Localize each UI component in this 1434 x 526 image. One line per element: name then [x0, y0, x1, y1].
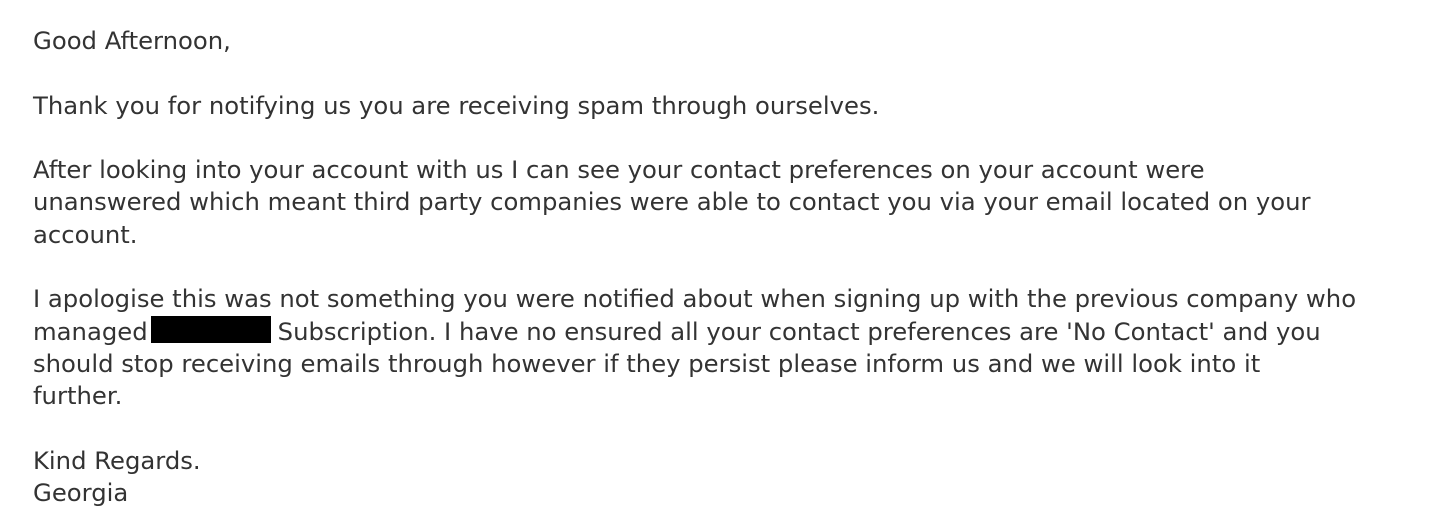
- paragraph-line: should stop receiving emails through how…: [33, 348, 1261, 378]
- paragraph-apology: I apologise this was not something you w…: [33, 283, 1413, 412]
- email-message-body: Good Afternoon, Thank you for notifying …: [33, 25, 1413, 509]
- paragraph-line-start: managed: [33, 316, 148, 346]
- email-viewer: { "email": { "greeting": "Good Afternoon…: [0, 0, 1434, 526]
- paragraph-thanks: Thank you for notifying us you are recei…: [33, 90, 1413, 122]
- paragraph-line: I apologise this was not something you w…: [33, 284, 1357, 314]
- greeting-text: Good Afternoon,: [33, 26, 231, 55]
- paragraph-line: further.: [33, 381, 123, 411]
- paragraph-account-preferences: After looking into your account with us …: [33, 154, 1413, 251]
- greeting: Good Afternoon,: [33, 25, 1413, 57]
- paragraph-thanks-text: Thank you for notifying us you are recei…: [33, 90, 880, 120]
- paragraph-line: After looking into your account with us …: [33, 155, 1205, 185]
- redaction-box: [150, 315, 271, 343]
- paragraph-line: unanswered which meant third party compa…: [33, 187, 1311, 217]
- signature-name: Georgia: [33, 478, 129, 508]
- signoff-block: Kind Regards. Georgia: [33, 445, 1413, 510]
- paragraph-line-end: Subscription. I have no ensured all your…: [277, 316, 1321, 346]
- signoff-text: Kind Regards.: [33, 445, 201, 475]
- paragraph-line: account.: [33, 219, 138, 249]
